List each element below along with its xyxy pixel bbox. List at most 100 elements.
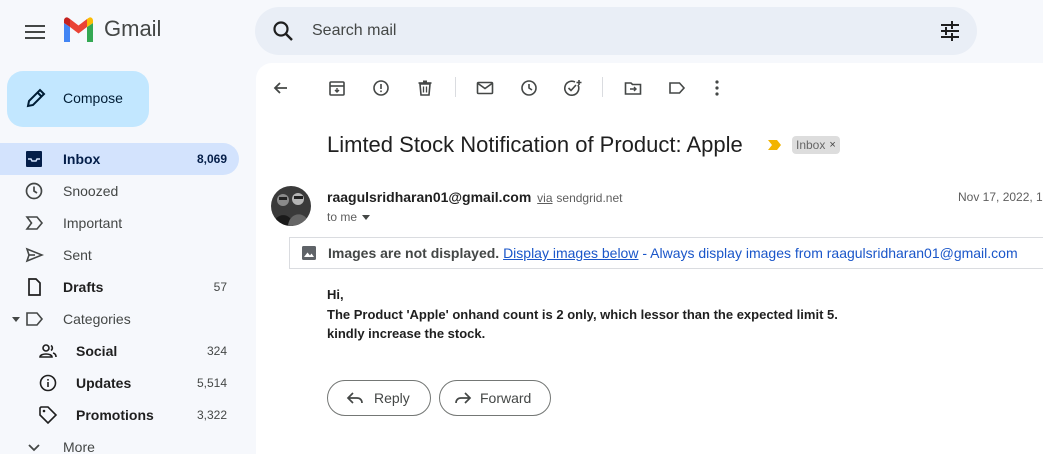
- sidebar-item-label: Sent: [63, 247, 92, 263]
- image-icon: [302, 246, 316, 260]
- gmail-m-icon: [64, 16, 93, 42]
- back-icon: [273, 82, 287, 94]
- sidebar-item-label: Categories: [63, 311, 131, 327]
- via-domain: sendgrid.net: [556, 191, 623, 205]
- info-icon: [39, 374, 57, 392]
- recipient-details-toggle[interactable]: to me: [327, 210, 371, 224]
- sidebar-item-label: Important: [63, 215, 123, 231]
- back-button[interactable]: [268, 75, 294, 101]
- sidebar-item-inbox[interactable]: Inbox 8,069: [0, 143, 239, 175]
- sidebar-item-label: Drafts: [63, 279, 104, 295]
- pencil-icon: [26, 88, 46, 108]
- inbox-icon: [26, 151, 42, 167]
- body-line: Hi,: [327, 287, 344, 302]
- reply-button[interactable]: Reply: [327, 380, 431, 416]
- unread-count: 8,069: [196, 152, 227, 166]
- reply-icon: [346, 392, 363, 404]
- search-bar: [255, 7, 977, 55]
- labels-icon: [669, 82, 686, 94]
- email-body: Hi, The Product 'Apple' onhand count is …: [327, 285, 838, 344]
- caret-down-icon[interactable]: [11, 314, 21, 324]
- chevron-down-icon: [28, 444, 40, 452]
- category-count: 5,514: [196, 376, 227, 390]
- inbox-label-chip: Inbox ×: [792, 136, 840, 154]
- body-line: kindly increase the stock.: [327, 326, 486, 341]
- add-task-icon: [564, 80, 582, 96]
- label-icon: [26, 312, 44, 326]
- sender-email[interactable]: raagulsridharan01@gmail.com: [327, 189, 531, 205]
- remove-label-icon[interactable]: ×: [829, 139, 835, 151]
- archive-icon: [329, 81, 345, 96]
- sidebar-item-more[interactable]: More: [0, 431, 239, 454]
- draft-icon: [28, 278, 41, 296]
- add-task-button[interactable]: [560, 75, 586, 101]
- mark-unread-icon: [476, 81, 494, 95]
- tag-icon: [39, 406, 58, 425]
- sender-avatar[interactable]: [271, 186, 311, 226]
- report-spam-icon: [373, 80, 389, 96]
- sidebar-item-updates[interactable]: Updates 5,514: [0, 367, 239, 399]
- banner-separator: -: [638, 245, 651, 261]
- move-to-button[interactable]: [620, 75, 646, 101]
- avatar-photo: [271, 186, 311, 226]
- snooze-icon: [521, 80, 537, 96]
- sender-line: raagulsridharan01@gmail.com via sendgrid…: [327, 189, 622, 205]
- email-subject: Limted Stock Notification of Product: Ap…: [327, 132, 743, 157]
- main-menu-button[interactable]: [20, 17, 50, 47]
- recipient-text: to me: [327, 210, 358, 224]
- banner-message: Images are not displayed.: [328, 245, 500, 261]
- labels-button[interactable]: [664, 75, 690, 101]
- search-options-icon[interactable]: [939, 20, 961, 42]
- email-date: Nov 17, 2022, 10: [958, 190, 1043, 204]
- sidebar-nav: Inbox 8,069 Snoozed Important Sent Draft…: [0, 143, 256, 454]
- category-count: 324: [206, 344, 227, 358]
- compose-label: Compose: [63, 90, 123, 106]
- forward-button[interactable]: Forward: [439, 380, 551, 416]
- sidebar-item-categories[interactable]: Categories: [0, 303, 239, 335]
- archive-button[interactable]: [324, 75, 350, 101]
- people-icon: [39, 344, 57, 358]
- compose-button[interactable]: Compose: [7, 71, 149, 127]
- mark-unread-button[interactable]: [472, 75, 498, 101]
- gmail-wordmark: Gmail: [104, 16, 162, 41]
- sidebar-item-promotions[interactable]: Promotions 3,322: [0, 399, 239, 431]
- banner-text: Images are not displayed. Display images…: [328, 245, 1018, 261]
- display-images-link[interactable]: Display images below: [503, 245, 638, 261]
- sidebar-item-important[interactable]: Important: [0, 207, 239, 239]
- more-options-button[interactable]: [704, 75, 730, 101]
- sidebar-item-sent[interactable]: Sent: [0, 239, 239, 271]
- sidebar-item-label: Social: [76, 343, 118, 359]
- sidebar-item-label: More: [63, 439, 95, 454]
- reply-label: Reply: [374, 390, 410, 406]
- forward-label: Forward: [480, 390, 532, 406]
- sidebar-item-label: Promotions: [76, 407, 154, 423]
- move-to-icon: [624, 82, 642, 95]
- snooze-button[interactable]: [516, 75, 542, 101]
- delete-button[interactable]: [412, 75, 438, 101]
- sidebar-item-label: Inbox: [63, 151, 101, 167]
- search-icon[interactable]: [271, 19, 295, 43]
- sidebar-item-label: Updates: [76, 375, 132, 391]
- important-icon: [25, 216, 44, 230]
- via-label[interactable]: via: [537, 191, 552, 205]
- sidebar-item-snoozed[interactable]: Snoozed: [0, 175, 239, 207]
- search-input[interactable]: [312, 19, 912, 43]
- report-spam-button[interactable]: [368, 75, 394, 101]
- sidebar-item-drafts[interactable]: Drafts 57: [0, 271, 239, 303]
- body-line: The Product 'Apple' onhand count is 2 on…: [327, 306, 838, 322]
- label-chip-text: Inbox: [796, 138, 826, 152]
- clock-icon: [25, 182, 43, 200]
- more-vert-icon: [715, 80, 719, 96]
- toolbar-divider: [602, 77, 603, 97]
- gmail-logo[interactable]: Gmail: [62, 16, 161, 42]
- sidebar-item-label: Snoozed: [63, 183, 119, 199]
- message-toolbar: [256, 63, 1043, 111]
- sidebar-item-social[interactable]: Social 324: [0, 335, 239, 367]
- caret-down-icon: [362, 215, 371, 220]
- draft-count: 57: [213, 280, 227, 294]
- category-count: 3,322: [196, 408, 227, 422]
- always-display-images-link[interactable]: Always display images from raagulsridhar…: [650, 245, 1017, 261]
- send-icon: [25, 247, 44, 263]
- importance-marker-icon[interactable]: [768, 139, 782, 151]
- toolbar-divider: [455, 77, 456, 97]
